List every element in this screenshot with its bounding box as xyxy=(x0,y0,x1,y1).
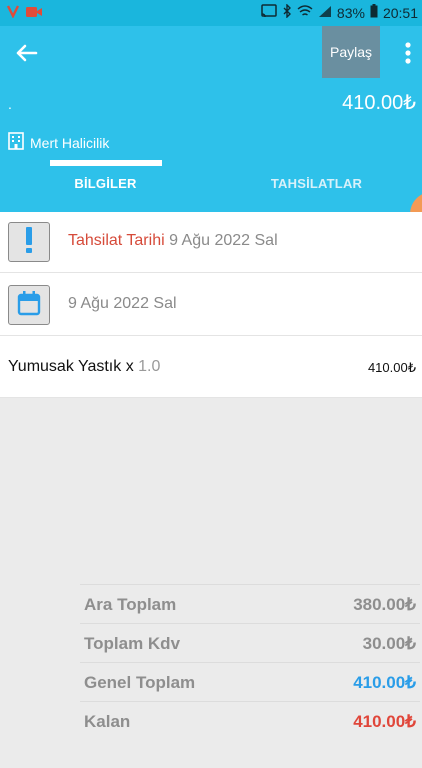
company-name: Mert Halicilik xyxy=(30,134,110,151)
item-name-line: Yumusak Yastık x 1.0 xyxy=(8,358,160,376)
document-date-value: 9 Ağu 2022 Sal xyxy=(68,295,177,312)
more-options-button[interactable] xyxy=(402,40,414,66)
collection-date-row[interactable]: Tahsilat Tarihi 9 Ağu 2022 Sal xyxy=(0,212,422,273)
collection-date-value: 9 Ağu 2022 Sal xyxy=(169,232,278,249)
arrow-left-icon xyxy=(12,44,42,72)
header-amount: 410.00₺ xyxy=(342,92,416,114)
remaining-value: 410.00₺ xyxy=(353,712,416,731)
tab-indicator xyxy=(50,160,162,166)
back-button[interactable] xyxy=(12,38,42,68)
signal-icon xyxy=(318,5,332,21)
header-subtitle: . xyxy=(8,96,12,112)
grand-total-row: Genel Toplam 410.00₺ xyxy=(80,662,420,701)
app-header: Paylaş . 410.00₺ Mert Halicilik BİLGİLER… xyxy=(0,26,422,212)
cast-icon xyxy=(261,4,277,21)
item-quantity: 1.0 xyxy=(138,358,161,375)
bluetooth-icon xyxy=(282,3,292,21)
tab-collections[interactable]: TAHSİLATLAR xyxy=(211,176,422,191)
tab-info[interactable]: BİLGİLER xyxy=(0,176,211,191)
battery-percent: 83% xyxy=(336,4,365,21)
vat-total-label: Toplam Kdv xyxy=(84,634,181,653)
remaining-row: Kalan 410.00₺ xyxy=(80,701,420,740)
subtotal-row: Ara Toplam 380.00₺ xyxy=(80,584,420,623)
exclamation-icon xyxy=(23,226,35,259)
grand-total-value: 410.00₺ xyxy=(353,673,416,692)
battery-icon xyxy=(370,4,378,21)
subtotal-label: Ara Toplam xyxy=(84,595,177,614)
more-vert-icon xyxy=(402,42,414,70)
status-bar: 83% 20:51 xyxy=(0,0,422,26)
app-notification-icon xyxy=(6,4,20,21)
building-icon xyxy=(8,132,24,153)
wifi-icon xyxy=(297,4,313,21)
grand-total-label: Genel Toplam xyxy=(84,673,196,692)
item-name: Yumusak Yastık x xyxy=(8,358,134,375)
remaining-label: Kalan xyxy=(84,712,131,731)
collection-date-label: Tahsilat Tarihi xyxy=(68,232,165,249)
list-item[interactable]: Yumusak Yastık x 1.0 410.00₺ xyxy=(0,336,422,398)
subtotal-value: 380.00₺ xyxy=(353,595,416,614)
document-date-row[interactable]: 9 Ağu 2022 Sal xyxy=(0,273,422,336)
company-row: Mert Halicilik xyxy=(8,132,109,153)
clock: 20:51 xyxy=(382,4,418,21)
vat-total-row: Toplam Kdv 30.00₺ xyxy=(80,623,420,662)
calendar-icon xyxy=(17,290,41,321)
vat-total-value: 30.00₺ xyxy=(362,634,416,653)
share-button[interactable]: Paylaş xyxy=(322,26,380,78)
video-camera-icon xyxy=(26,5,42,21)
item-price: 410.00₺ xyxy=(367,360,416,375)
calendar-icon-box xyxy=(8,285,50,325)
collection-date-text: Tahsilat Tarihi 9 Ağu 2022 Sal xyxy=(68,232,278,250)
alert-icon-box xyxy=(8,222,50,262)
